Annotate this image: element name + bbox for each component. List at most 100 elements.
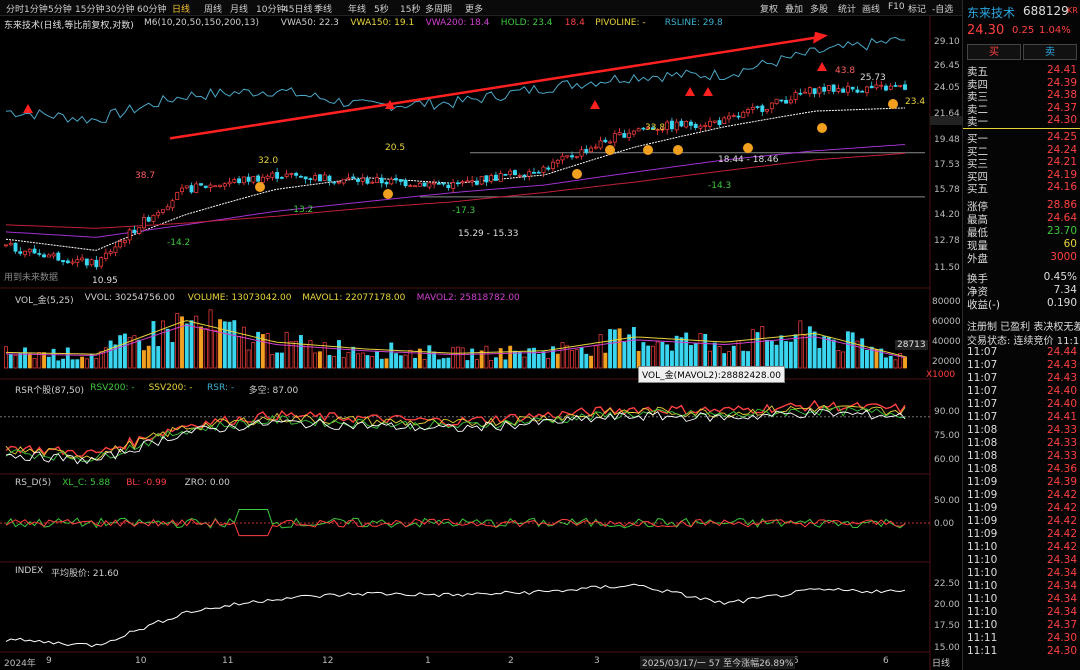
ask-price: 24.30 xyxy=(1046,114,1077,126)
volume-bar xyxy=(56,360,61,369)
volume-bar xyxy=(146,345,151,369)
volume-bar xyxy=(465,360,470,369)
tick-time: 11:09 xyxy=(967,476,998,488)
volume-bar xyxy=(441,358,446,369)
candle-body xyxy=(146,217,151,222)
candle-body xyxy=(845,85,850,93)
tick-time: 11:10 xyxy=(967,541,998,553)
signal-triangle xyxy=(590,100,600,109)
candle-body xyxy=(717,120,722,126)
rsd-line xyxy=(5,518,906,537)
stock-name[interactable]: 东来技术 xyxy=(967,4,1015,21)
candle-body xyxy=(322,174,327,181)
stat-row: 现量 60 xyxy=(967,238,1077,252)
tick-price: 24.42 xyxy=(1046,528,1077,540)
volume-bar xyxy=(484,345,489,369)
candle-body xyxy=(89,259,94,266)
tick-row: 11:08 24.33 xyxy=(967,424,1077,437)
signal-triangle xyxy=(23,104,33,113)
volume-bar xyxy=(46,356,51,369)
volume-bar xyxy=(27,353,32,369)
tick-time: 11:09 xyxy=(967,489,998,501)
buy-button[interactable]: 买 xyxy=(967,44,1021,60)
price-change: 0.25 xyxy=(1012,25,1035,36)
price-annotation: 33.8 xyxy=(645,123,665,133)
stat-value: 3000 xyxy=(1050,251,1077,263)
sell-button[interactable]: 卖 xyxy=(1023,44,1077,60)
candle-body xyxy=(4,244,8,247)
volume-bar xyxy=(864,349,869,369)
volume-bar xyxy=(493,357,498,369)
bid-row: 买三 24.21 xyxy=(967,156,1077,170)
candle-body xyxy=(317,174,322,182)
tick-row: 11:09 24.42 xyxy=(967,502,1077,515)
signal-triangle xyxy=(817,62,827,71)
volume-bar xyxy=(612,329,617,369)
candle-body xyxy=(203,185,208,188)
price-tick: 19.48 xyxy=(934,135,960,145)
signal-circle xyxy=(605,145,615,155)
volume-bar xyxy=(779,335,784,369)
stock-chart[interactable]: 38.7 32.0 20.5 33.8 43.8 25.73 23.4 -14.2 -13.2 -… xyxy=(0,0,962,670)
tick-row: 11:10 24.34 xyxy=(967,580,1077,593)
ma-line-rsline xyxy=(5,36,905,124)
volume-bar xyxy=(655,341,660,369)
rsr-line xyxy=(5,404,906,461)
candle-body xyxy=(289,173,294,175)
candle-body xyxy=(46,254,51,258)
candle-body xyxy=(165,206,170,211)
signal-circle xyxy=(888,99,898,109)
rsd-tick: 0.00 xyxy=(934,519,955,529)
candle-body xyxy=(617,132,622,136)
candle-body xyxy=(194,183,199,193)
stat-row: 收益(-) 0.190 xyxy=(967,297,1077,311)
candle-body xyxy=(351,176,356,179)
volume-bar xyxy=(156,346,161,369)
signal-triangle xyxy=(685,87,695,96)
volume-bar xyxy=(826,337,831,369)
signal-circle xyxy=(255,182,265,192)
candle-body xyxy=(94,259,99,268)
tick-time: 11:08 xyxy=(967,424,998,436)
candle-body xyxy=(265,175,270,179)
volume-bar xyxy=(165,328,170,369)
volume-bar xyxy=(322,342,327,369)
stat-label: 外盘 xyxy=(967,253,988,265)
tick-price: 24.43 xyxy=(1046,372,1077,384)
volume-bar xyxy=(617,328,622,369)
candle-body xyxy=(822,86,827,92)
candle-body xyxy=(161,209,165,213)
tick-price: 24.34 xyxy=(1046,593,1077,605)
volume-bar xyxy=(884,357,888,369)
candle-body xyxy=(589,147,594,153)
tick-time: 11:10 xyxy=(967,606,998,618)
price-tick: 14.20 xyxy=(934,210,960,220)
volume-bar xyxy=(170,342,175,369)
volume-bar xyxy=(346,351,351,369)
volume-bar xyxy=(503,359,508,369)
price-tick: 12.78 xyxy=(934,236,960,246)
bid-price: 24.19 xyxy=(1046,168,1077,181)
candle-body xyxy=(298,176,303,178)
volume-bar xyxy=(413,357,418,369)
candle-body xyxy=(122,240,127,243)
signal-circle xyxy=(572,169,582,179)
volume-bar xyxy=(284,332,289,369)
volume-bar xyxy=(360,352,365,369)
candle-body xyxy=(232,179,237,183)
volume-bar xyxy=(294,340,299,369)
candle-body xyxy=(270,172,275,178)
candle-body xyxy=(517,174,522,177)
volume-bar xyxy=(845,331,850,369)
candle-body xyxy=(722,117,727,124)
price-tick: 29.10 xyxy=(934,37,960,47)
volume-bar xyxy=(674,335,679,369)
tick-price: 24.40 xyxy=(1046,398,1077,410)
tick-price: 24.42 xyxy=(1046,489,1077,501)
candle-body xyxy=(803,91,808,94)
volume-bar xyxy=(665,344,670,369)
stat-row: 涨停 28.86 xyxy=(967,199,1077,213)
candle-body xyxy=(175,192,180,200)
index-line xyxy=(5,583,906,648)
volume-bar xyxy=(84,358,89,369)
